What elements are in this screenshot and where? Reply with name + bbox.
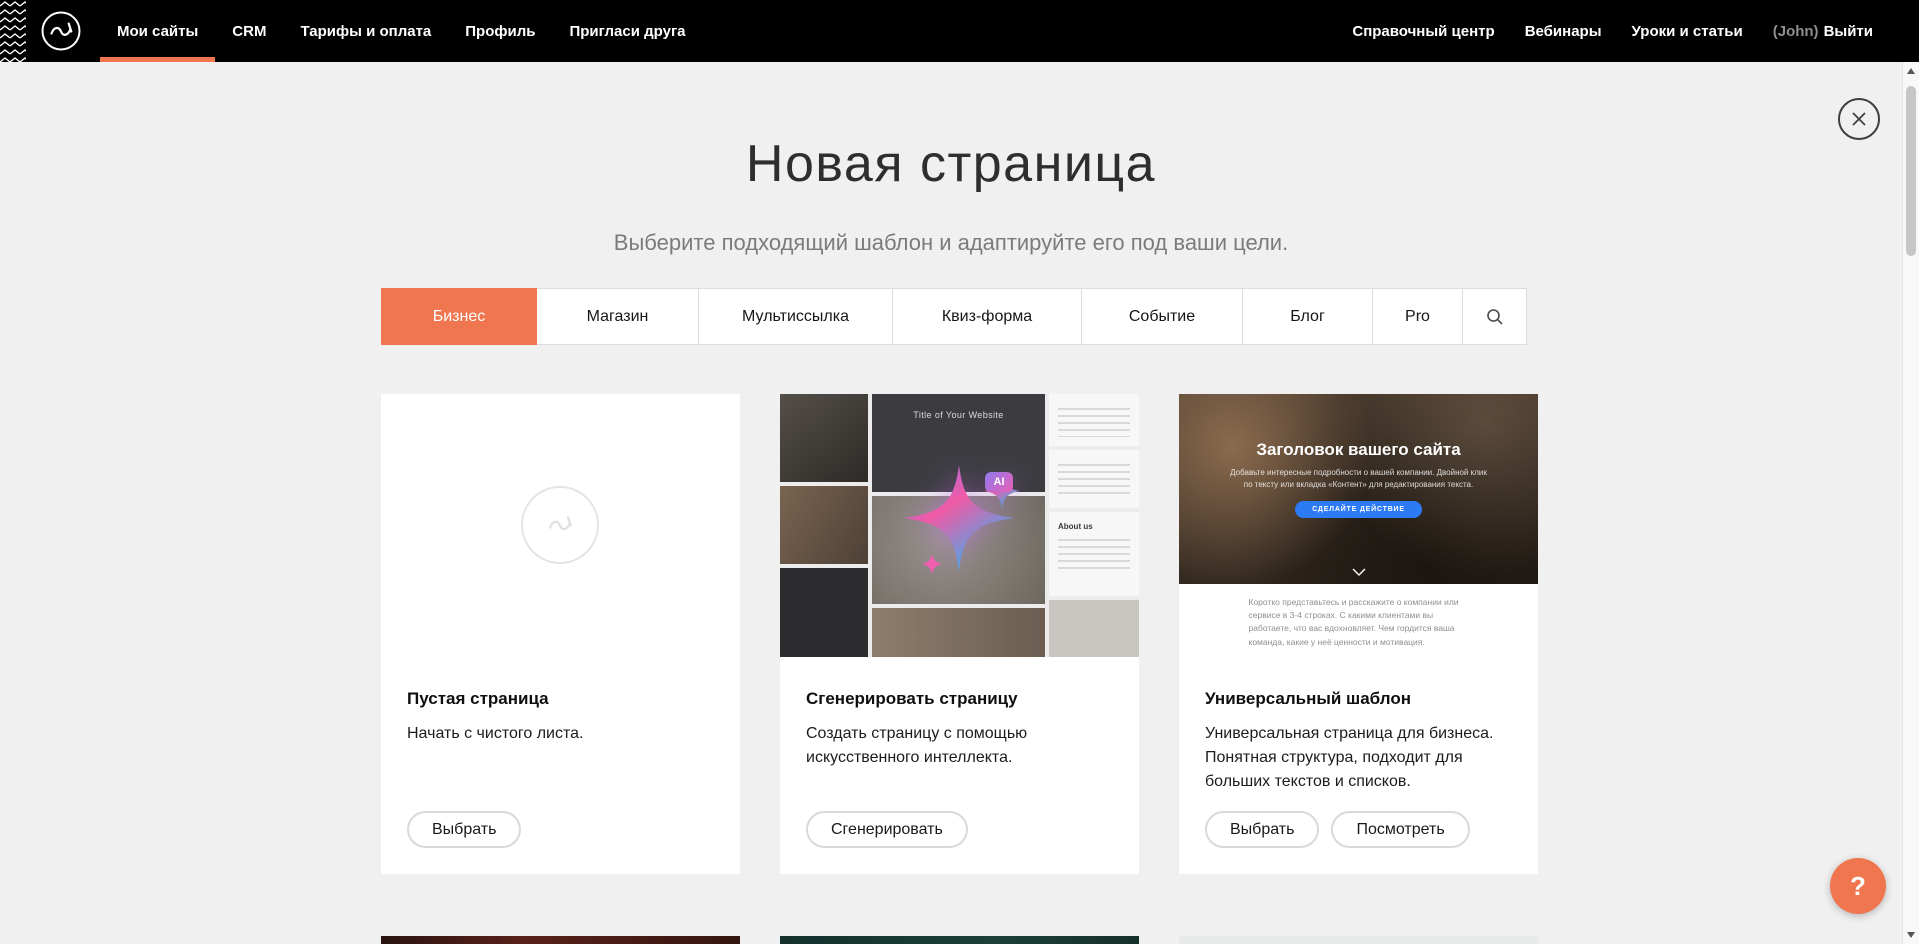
card-title: Сгенерировать страницу — [806, 689, 1113, 709]
card-body: Универсальный шаблон Универсальная стран… — [1179, 657, 1538, 794]
logout-label: Выйти — [1824, 23, 1873, 40]
card-body: Сгенерировать страницу Создать страницу … — [780, 657, 1139, 770]
next-template-row — [381, 936, 1538, 944]
tab-label: Магазин — [587, 308, 649, 326]
tab-event[interactable]: Событие — [1081, 288, 1243, 345]
nav-item-label: Вебинары — [1525, 23, 1602, 40]
ai-collage-thumbnail: Title of Your Website About us — [780, 394, 1139, 657]
zigzag-pattern — [0, 0, 26, 62]
template-cards: Пустая страница Начать с чистого листа. … — [381, 394, 1538, 874]
template-hero-title: Заголовок вашего сайта — [1179, 394, 1538, 460]
nav-item-label: Мои сайты — [117, 23, 198, 40]
generate-button[interactable]: Сгенерировать — [806, 811, 968, 848]
choose-button[interactable]: Выбрать — [1205, 811, 1319, 848]
template-preview-thumbnail: Заголовок вашего сайта Добавьте интересн… — [1179, 394, 1538, 657]
card-buttons: Выбрать — [407, 811, 521, 848]
secondary-nav: Справочный центр Вебинары Уроки и статьи… — [1337, 0, 1873, 62]
tab-business[interactable]: Бизнес — [381, 288, 537, 345]
search-icon — [1485, 307, 1505, 327]
nav-item-lessons[interactable]: Уроки и статьи — [1617, 23, 1758, 40]
page-subtitle: Выберите подходящий шаблон и адаптируйте… — [0, 230, 1902, 256]
card-title: Универсальный шаблон — [1205, 689, 1512, 709]
scrollbar[interactable] — [1902, 62, 1919, 944]
collage-tile: About us — [1049, 512, 1139, 596]
card-ai-generate[interactable]: Title of Your Website About us — [780, 394, 1139, 874]
template-body-text: Коротко представьтесь и расскажите о ком… — [1249, 596, 1469, 649]
template-hero-button: СДЕЛАЙТЕ ДЕЙСТВИЕ — [1295, 501, 1422, 518]
chevron-down-icon — [1352, 568, 1366, 576]
main-nav: Мои сайты CRM Тарифы и оплата Профиль Пр… — [100, 0, 703, 62]
card-description: Создать страницу с помощью искусственног… — [806, 722, 1113, 770]
collage-tile — [1049, 450, 1139, 508]
tilda-watermark-icon — [521, 486, 599, 564]
card-description: Начать с чистого листа. — [407, 722, 714, 746]
nav-item-help-center[interactable]: Справочный центр — [1337, 23, 1509, 40]
blank-page-thumbnail — [381, 394, 740, 657]
nav-item-label: CRM — [232, 23, 266, 40]
template-hero: Заголовок вашего сайта Добавьте интересн… — [1179, 394, 1538, 584]
close-icon — [1851, 111, 1867, 127]
nav-item-label: Профиль — [465, 23, 535, 40]
nav-item-invite-friend[interactable]: Пригласи друга — [552, 0, 702, 62]
tab-label: Событие — [1129, 308, 1195, 326]
card-description: Универсальная страница для бизнеса. Поня… — [1205, 722, 1512, 794]
collage-tile — [780, 486, 868, 564]
tilda-logo[interactable] — [40, 10, 82, 52]
view-button[interactable]: Посмотреть — [1331, 811, 1469, 848]
nav-item-webinars[interactable]: Вебинары — [1510, 23, 1617, 40]
collage-tile — [872, 608, 1045, 657]
nav-item-label: Уроки и статьи — [1632, 23, 1743, 40]
tab-label: Мультиссылка — [742, 308, 849, 326]
page-title: Новая страница — [0, 134, 1902, 194]
nav-item-label: Справочный центр — [1352, 23, 1494, 40]
card-blank-page[interactable]: Пустая страница Начать с чистого листа. … — [381, 394, 740, 874]
choose-button[interactable]: Выбрать — [407, 811, 521, 848]
nav-item-crm[interactable]: CRM — [215, 0, 283, 62]
collage-site-title: Title of Your Website — [872, 410, 1045, 420]
card-body: Пустая страница Начать с чистого листа. — [381, 657, 740, 746]
nav-item-profile[interactable]: Профиль — [448, 0, 552, 62]
tab-multilink[interactable]: Мультиссылка — [698, 288, 893, 345]
user-name: (John) — [1773, 23, 1819, 40]
template-hero-subtitle: Добавьте интересные подробности о вашей … — [1226, 467, 1492, 492]
tab-label: Pro — [1405, 308, 1430, 326]
next-template-thumbnail — [381, 936, 740, 944]
collage-tile — [780, 394, 868, 482]
card-buttons: Выбрать Посмотреть — [1205, 811, 1470, 848]
tab-shop[interactable]: Магазин — [536, 288, 699, 345]
collage-tile — [780, 568, 868, 657]
screen: Мои сайты CRM Тарифы и оплата Профиль Пр… — [0, 0, 1919, 944]
card-buttons: Сгенерировать — [806, 811, 968, 848]
top-navbar: Мои сайты CRM Тарифы и оплата Профиль Пр… — [0, 0, 1919, 62]
tab-label: Квиз-форма — [942, 308, 1032, 326]
collage-about-label: About us — [1058, 522, 1130, 531]
tab-search[interactable] — [1462, 288, 1527, 345]
nav-item-label: Тарифы и оплата — [300, 23, 431, 40]
ai-sparkle-icon — [874, 440, 1044, 610]
nav-item-my-sites[interactable]: Мои сайты — [100, 0, 215, 62]
next-template-thumbnail — [780, 936, 1139, 944]
nav-item-label: Пригласи друга — [569, 23, 685, 40]
active-tab-underline — [100, 57, 215, 62]
ai-badge: AI — [985, 472, 1013, 492]
nav-item-billing[interactable]: Тарифы и оплата — [283, 0, 448, 62]
card-universal-template[interactable]: Заголовок вашего сайта Добавьте интересн… — [1179, 394, 1538, 874]
card-title: Пустая страница — [407, 689, 714, 709]
next-template-thumbnail — [1179, 936, 1538, 944]
tab-quiz-form[interactable]: Квиз-форма — [892, 288, 1082, 345]
tab-blog[interactable]: Блог — [1242, 288, 1373, 345]
collage-tile — [1049, 394, 1139, 446]
tab-label: Бизнес — [433, 308, 486, 326]
help-button[interactable]: ? — [1830, 858, 1886, 914]
scrollbar-up-arrow[interactable] — [1907, 68, 1915, 74]
collage-tile — [1049, 600, 1139, 657]
scrollbar-down-arrow[interactable] — [1907, 932, 1915, 938]
scrollbar-thumb[interactable] — [1906, 86, 1916, 256]
template-category-tabs: Бизнес Магазин Мультиссылка Квиз-форма С… — [381, 288, 1527, 345]
tab-label: Блог — [1290, 308, 1325, 326]
nav-item-logout[interactable]: (John) Выйти — [1758, 23, 1873, 40]
tab-pro[interactable]: Pro — [1372, 288, 1463, 345]
